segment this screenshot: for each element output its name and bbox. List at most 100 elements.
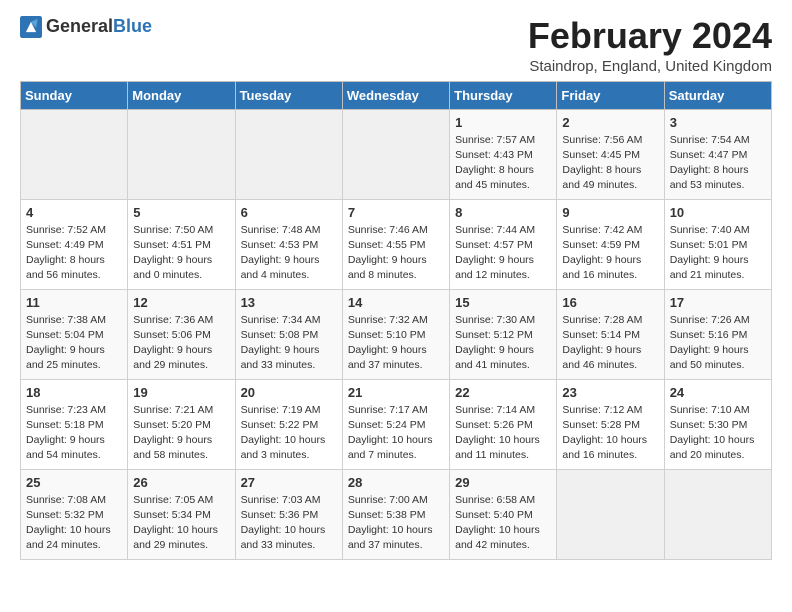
day-cell: 12 Sunrise: 7:36 AM Sunset: 5:06 PM Dayli… [128,289,235,379]
day-info: Sunrise: 7:36 AM Sunset: 5:06 PM Dayligh… [133,313,229,374]
day-cell: 24Sunrise: 7:10 AM Sunset: 5:30 PM Dayli… [664,379,771,469]
day-cell: 22 Sunrise: 7:14 AM Sunset: 5:26 PM Dayli… [450,379,557,469]
day-info: Sunrise: 7:08 AM Sunset: 5:32 PM Dayligh… [26,493,122,554]
day-cell: 13 Sunrise: 7:34 AM Sunset: 5:08 PM Dayli… [235,289,342,379]
day-cell: 15Sunrise: 7:30 AM Sunset: 5:12 PM Dayli… [450,289,557,379]
day-number: 12 [133,295,229,310]
day-info: Sunrise: 7:00 AM Sunset: 5:38 PM Dayligh… [348,493,444,554]
day-info: Sunrise: 7:54 AM Sunset: 4:47 PM Dayligh… [670,133,766,194]
day-info: Sunrise: 7:26 AM Sunset: 5:16 PM Dayligh… [670,313,766,374]
col-tuesday: Tuesday [235,81,342,109]
day-number: 17 [670,295,766,310]
day-cell: 28 Sunrise: 7:00 AM Sunset: 5:38 PM Dayli… [342,469,449,559]
col-thursday: Thursday [450,81,557,109]
day-number: 10 [670,205,766,220]
day-info: Sunrise: 7:44 AM Sunset: 4:57 PM Dayligh… [455,223,551,284]
week-row-2: 4Sunrise: 7:52 AM Sunset: 4:49 PM Daylig… [21,199,772,289]
title-block: February 2024 Staindrop, England, United… [528,16,772,75]
day-cell: 19 Sunrise: 7:21 AM Sunset: 5:20 PM Dayli… [128,379,235,469]
day-number: 11 [26,295,122,310]
day-number: 22 [455,385,551,400]
logo-general: General [46,16,113,36]
day-number: 14 [348,295,444,310]
header-row: Sunday Monday Tuesday Wednesday Thursday… [21,81,772,109]
day-number: 20 [241,385,337,400]
day-cell [21,109,128,199]
day-cell: 21Sunrise: 7:17 AM Sunset: 5:24 PM Dayli… [342,379,449,469]
day-number: 9 [562,205,658,220]
day-cell: 14 Sunrise: 7:32 AM Sunset: 5:10 PM Dayli… [342,289,449,379]
day-info: Sunrise: 7:03 AM Sunset: 5:36 PM Dayligh… [241,493,337,554]
day-number: 3 [670,115,766,130]
day-number: 18 [26,385,122,400]
day-number: 5 [133,205,229,220]
day-cell: 1Sunrise: 7:57 AM Sunset: 4:43 PM Daylig… [450,109,557,199]
day-info: Sunrise: 6:58 AM Sunset: 5:40 PM Dayligh… [455,493,551,554]
week-row-3: 11 Sunrise: 7:38 AM Sunset: 5:04 PM Dayli… [21,289,772,379]
col-sunday: Sunday [21,81,128,109]
logo-blue: Blue [113,16,152,36]
calendar-table: Sunday Monday Tuesday Wednesday Thursday… [20,81,772,560]
day-info: Sunrise: 7:52 AM Sunset: 4:49 PM Dayligh… [26,223,122,284]
day-number: 6 [241,205,337,220]
day-number: 26 [133,475,229,490]
col-friday: Friday [557,81,664,109]
day-info: Sunrise: 7:34 AM Sunset: 5:08 PM Dayligh… [241,313,337,374]
day-cell [342,109,449,199]
day-info: Sunrise: 7:38 AM Sunset: 5:04 PM Dayligh… [26,313,122,374]
week-row-1: 1Sunrise: 7:57 AM Sunset: 4:43 PM Daylig… [21,109,772,199]
day-info: Sunrise: 7:42 AM Sunset: 4:59 PM Dayligh… [562,223,658,284]
header: GeneralBlue February 2024 Staindrop, Eng… [20,16,772,75]
day-info: Sunrise: 7:21 AM Sunset: 5:20 PM Dayligh… [133,403,229,464]
day-cell: 4Sunrise: 7:52 AM Sunset: 4:49 PM Daylig… [21,199,128,289]
day-cell: 7 Sunrise: 7:46 AM Sunset: 4:55 PM Daylig… [342,199,449,289]
day-cell: 8 Sunrise: 7:44 AM Sunset: 4:57 PM Daylig… [450,199,557,289]
day-cell: 6 Sunrise: 7:48 AM Sunset: 4:53 PM Daylig… [235,199,342,289]
day-number: 13 [241,295,337,310]
col-wednesday: Wednesday [342,81,449,109]
week-row-4: 18 Sunrise: 7:23 AM Sunset: 5:18 PM Dayli… [21,379,772,469]
day-info: Sunrise: 7:40 AM Sunset: 5:01 PM Dayligh… [670,223,766,284]
day-info: Sunrise: 7:23 AM Sunset: 5:18 PM Dayligh… [26,403,122,464]
day-info: Sunrise: 7:28 AM Sunset: 5:14 PM Dayligh… [562,313,658,374]
day-cell: 29 Sunrise: 6:58 AM Sunset: 5:40 PM Dayli… [450,469,557,559]
day-cell: 26 Sunrise: 7:05 AM Sunset: 5:34 PM Dayli… [128,469,235,559]
day-info: Sunrise: 7:32 AM Sunset: 5:10 PM Dayligh… [348,313,444,374]
day-number: 8 [455,205,551,220]
day-cell: 23 Sunrise: 7:12 AM Sunset: 5:28 PM Dayli… [557,379,664,469]
day-cell [128,109,235,199]
day-info: Sunrise: 7:46 AM Sunset: 4:55 PM Dayligh… [348,223,444,284]
day-number: 23 [562,385,658,400]
day-cell: 3 Sunrise: 7:54 AM Sunset: 4:47 PM Daylig… [664,109,771,199]
day-info: Sunrise: 7:17 AM Sunset: 5:24 PM Dayligh… [348,403,444,464]
day-info: Sunrise: 7:12 AM Sunset: 5:28 PM Dayligh… [562,403,658,464]
logo-text: GeneralBlue [46,17,152,37]
day-number: 25 [26,475,122,490]
month-title: February 2024 [528,16,772,56]
generalblue-icon [20,16,42,38]
day-number: 1 [455,115,551,130]
day-number: 29 [455,475,551,490]
day-info: Sunrise: 7:48 AM Sunset: 4:53 PM Dayligh… [241,223,337,284]
day-cell [235,109,342,199]
day-cell: 11 Sunrise: 7:38 AM Sunset: 5:04 PM Dayli… [21,289,128,379]
week-row-5: 25 Sunrise: 7:08 AM Sunset: 5:32 PM Dayli… [21,469,772,559]
day-number: 2 [562,115,658,130]
day-number: 24 [670,385,766,400]
day-info: Sunrise: 7:50 AM Sunset: 4:51 PM Dayligh… [133,223,229,284]
logo: GeneralBlue [20,16,152,38]
col-saturday: Saturday [664,81,771,109]
day-cell: 17 Sunrise: 7:26 AM Sunset: 5:16 PM Dayli… [664,289,771,379]
day-number: 7 [348,205,444,220]
day-cell: 5 Sunrise: 7:50 AM Sunset: 4:51 PM Daylig… [128,199,235,289]
day-cell: 25 Sunrise: 7:08 AM Sunset: 5:32 PM Dayli… [21,469,128,559]
day-number: 28 [348,475,444,490]
day-number: 19 [133,385,229,400]
day-info: Sunrise: 7:19 AM Sunset: 5:22 PM Dayligh… [241,403,337,464]
day-info: Sunrise: 7:05 AM Sunset: 5:34 PM Dayligh… [133,493,229,554]
day-cell [557,469,664,559]
day-cell: 10 Sunrise: 7:40 AM Sunset: 5:01 PM Dayli… [664,199,771,289]
calendar-page: GeneralBlue February 2024 Staindrop, Eng… [0,0,792,570]
day-cell: 16Sunrise: 7:28 AM Sunset: 5:14 PM Dayli… [557,289,664,379]
day-info: Sunrise: 7:14 AM Sunset: 5:26 PM Dayligh… [455,403,551,464]
